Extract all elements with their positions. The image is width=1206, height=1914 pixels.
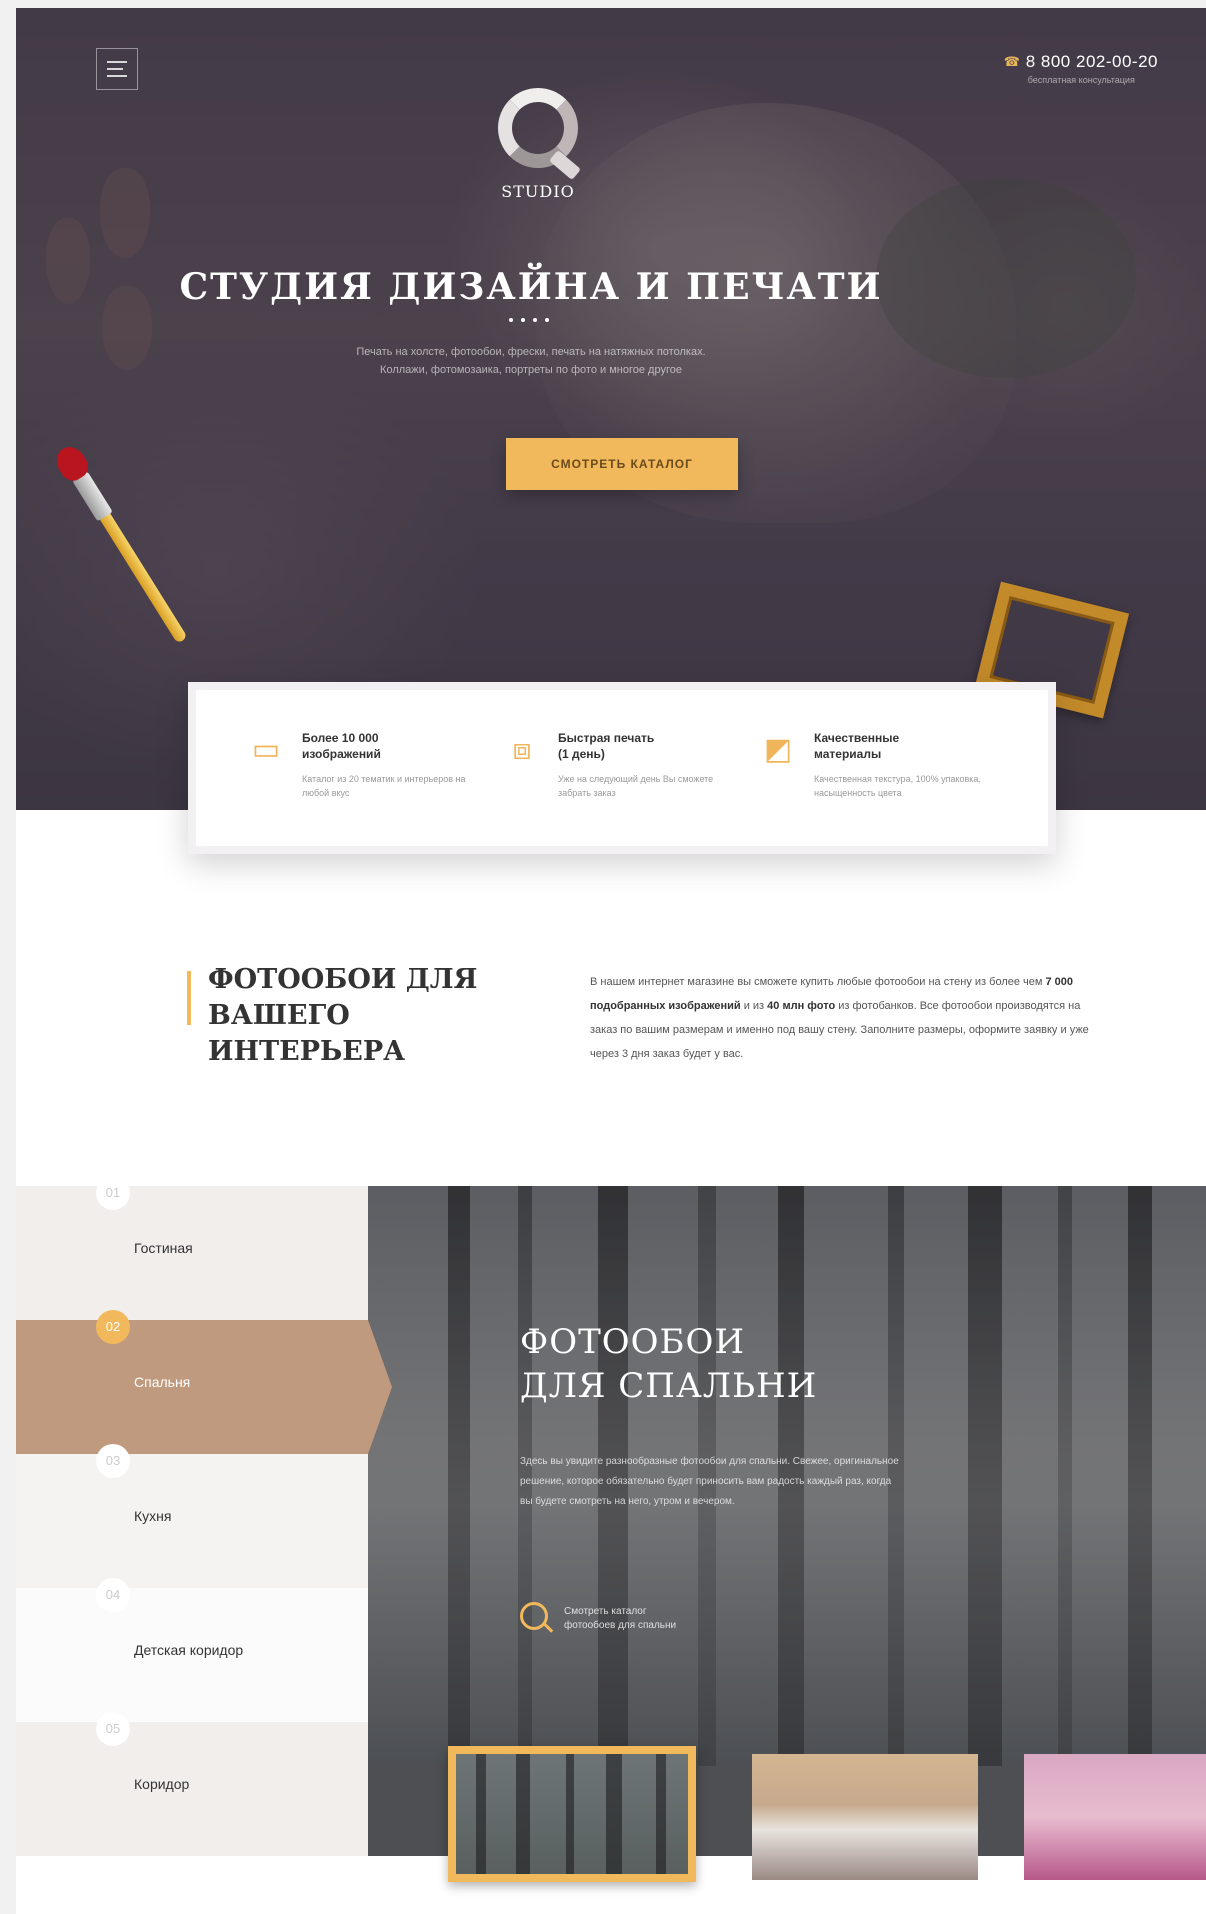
bedroom-title-line: ДЛЯ СПАЛЬНИ: [520, 1366, 818, 1406]
category-number: 04: [96, 1578, 130, 1612]
phone-number[interactable]: 8 800 202-00-20: [1026, 52, 1158, 72]
bedroom-title: ФОТООБОИ ДЛЯ СПАЛЬНИ: [520, 1320, 817, 1408]
about-title-line: ВАШЕГО ИНТЕРЬЕРА: [208, 1000, 406, 1067]
category-label: Детская коридор: [134, 1642, 244, 1658]
feature-description: Уже на следующий день Вы сможете забрать…: [558, 774, 714, 798]
category-list: 01 Гостиная 02 Спальня 03 Кухня 04 Детск…: [16, 1176, 392, 1856]
about-title: ФОТООБОИ ДЛЯ ВАШЕГО ИНТЕРЬЕРА: [208, 962, 538, 1070]
menu-icon-line: [107, 68, 123, 70]
about-text-highlight: 40 млн фото: [767, 1000, 836, 1012]
category-item-living-room[interactable]: 01 Гостиная: [16, 1176, 368, 1320]
hero-description: Печать на холсте, фотообои, фрески, печа…: [16, 343, 1046, 379]
phone-icon: ☎: [1003, 54, 1020, 69]
thumbnail-forest-selected[interactable]: [448, 1746, 696, 1882]
category-label: Кухня: [134, 1508, 172, 1524]
category-label: Коридор: [134, 1776, 190, 1792]
swatch-icon: ◩: [763, 733, 793, 766]
category-number: 05: [96, 1712, 130, 1746]
category-label: Гостиная: [134, 1240, 193, 1256]
bedroom-catalog-link-text[interactable]: Смотреть каталог фотообоев для спальни: [564, 1605, 734, 1633]
feature-title: Качественные материалы: [814, 731, 900, 761]
category-number: 03: [96, 1444, 130, 1478]
thumbnail-city-bedroom[interactable]: [752, 1754, 978, 1880]
feature-description: Качественная текстура, 100% упаковка, на…: [814, 774, 981, 798]
menu-icon-line: [107, 75, 127, 77]
phone-block[interactable]: ☎ 8 800 202-00-20 бесплатная консультаци…: [1004, 52, 1158, 85]
feature-fast-print: ⧈ Быстрая печать (1 день) Уже на следующ…: [502, 730, 758, 846]
category-item-kitchen[interactable]: 03 Кухня: [16, 1444, 368, 1588]
hero-title: СТУДИЯ ДИЗАЙНА И ПЕЧАТИ: [179, 266, 883, 308]
feature-description: Каталог из 20 тематик и интерьеров на лю…: [302, 774, 466, 798]
bedroom-description: Здесь вы увидите разнообразные фотообои …: [520, 1456, 899, 1507]
about-text-part: и из: [740, 1000, 768, 1012]
search-icon: [520, 1602, 554, 1636]
link-line: фотообоев для спальни: [564, 1620, 677, 1631]
feature-title: Более 10 000 изображений: [302, 731, 381, 761]
thumbnail-pink-bedroom[interactable]: [1024, 1754, 1206, 1880]
view-catalog-button[interactable]: СМОТРЕТЬ КАТАЛОГ: [506, 438, 738, 490]
bedroom-catalog-link[interactable]: Смотреть каталог фотообоев для спальни: [520, 1602, 734, 1636]
category-item-kids-hall[interactable]: 04 Детская коридор: [16, 1578, 368, 1722]
hero-description-line: Печать на холсте, фотообои, фрески, печа…: [356, 346, 706, 358]
about-text: В нашем интернет магазине вы сможете куп…: [590, 970, 1110, 1066]
page: ☎ 8 800 202-00-20 бесплатная консультаци…: [16, 8, 1206, 1914]
category-label: Спальня: [134, 1374, 191, 1390]
image-tray-icon: ▭: [251, 733, 281, 766]
feature-materials: ◩ Качественные материалы Качественная те…: [758, 730, 1014, 846]
hero-dots-divider: [509, 318, 549, 322]
about-title-line: ФОТООБОИ ДЛЯ: [208, 964, 478, 995]
phone-note: бесплатная консультация: [1027, 75, 1135, 85]
menu-icon-line: [107, 61, 127, 63]
section-accent-bar: [187, 971, 191, 1025]
category-number: 02: [96, 1310, 130, 1344]
logo[interactable]: STUDIO: [478, 88, 598, 201]
hero-description-line: Коллажи, фотомозаика, портреты по фото и…: [380, 364, 682, 376]
category-number: 01: [96, 1176, 130, 1210]
print-frame-icon: ⧈: [512, 733, 532, 766]
bedroom-title-line: ФОТООБОИ: [520, 1322, 746, 1362]
category-item-hallway[interactable]: 05 Коридор: [16, 1712, 368, 1856]
link-line: Смотреть каталог: [564, 1606, 647, 1617]
feature-images: ▭ Более 10 000 изображений Каталог из 20…: [246, 730, 502, 846]
feature-title: Быстрая печать (1 день): [558, 731, 655, 761]
about-text-part: В нашем интернет магазине вы сможете куп…: [590, 976, 1046, 988]
features-card: ▭ Более 10 000 изображений Каталог из 20…: [188, 682, 1056, 854]
logo-q-mark: [498, 88, 578, 168]
logo-text: STUDIO: [501, 182, 575, 201]
menu-button[interactable]: [96, 48, 138, 90]
category-item-bedroom[interactable]: 02 Спальня: [16, 1310, 392, 1454]
